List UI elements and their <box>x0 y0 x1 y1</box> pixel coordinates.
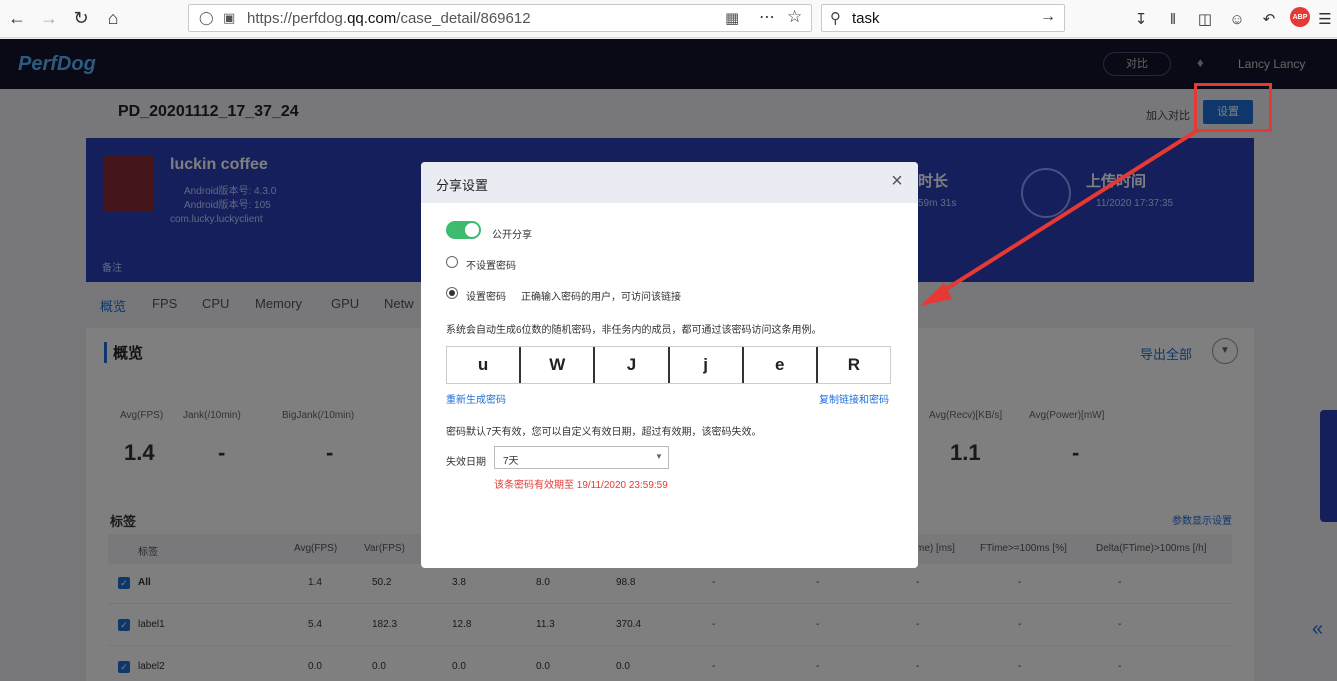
copy-link-password-link[interactable]: 复制链接和密码 <box>819 391 889 406</box>
expiry-select[interactable]: 7天 ▼ <box>494 446 669 469</box>
password-char: j <box>670 347 744 383</box>
adblock-label: ABP <box>1292 13 1308 21</box>
url-domain: qq.com <box>347 10 397 27</box>
no-password-radio[interactable] <box>446 256 458 268</box>
library-icon[interactable]: ‖ <box>1162 8 1184 30</box>
password-char: R <box>847 355 861 374</box>
public-share-toggle[interactable] <box>446 221 481 239</box>
caret-down-icon: ▼ <box>655 452 663 461</box>
url-path: /case_detail/869612 <box>396 10 531 27</box>
bookmark-star-icon[interactable]: ☆ <box>787 7 802 27</box>
url-prefix: https://perfdog. <box>247 10 348 27</box>
forward-icon[interactable]: → <box>36 6 62 30</box>
reload-icon[interactable]: ↻ <box>68 6 94 30</box>
share-settings-dialog: 分享设置 × 公开分享 不设置密码 设置密码 正确输入密码的用户，可访问该链接 … <box>421 162 918 568</box>
home-icon[interactable]: ⌂ <box>100 6 126 30</box>
password-char: e <box>744 347 818 383</box>
no-password-label: 不设置密码 <box>466 261 516 272</box>
password-char: u <box>447 347 522 383</box>
regenerate-password-link[interactable]: 重新生成密码 <box>446 391 506 406</box>
undo-icon[interactable]: ↶ <box>1258 8 1280 30</box>
search-input[interactable]: task <box>852 10 880 27</box>
password-display: u W J j e R <box>446 346 891 384</box>
download-icon[interactable]: ↧ <box>1130 8 1152 30</box>
password-char: W <box>521 347 596 383</box>
highlight-box <box>1194 83 1272 132</box>
search-go-icon[interactable]: → <box>1040 8 1056 26</box>
set-password-radio[interactable] <box>446 287 458 299</box>
toggle-knob <box>465 223 479 237</box>
adblock-icon[interactable]: ABP <box>1290 7 1310 27</box>
menu-icon[interactable]: ☰ <box>1314 8 1336 30</box>
url-bar[interactable]: ◯ ▣ https://perfdog.qq.com/case_detail/8… <box>188 4 812 32</box>
more-actions-icon[interactable]: ⋯ <box>759 7 775 27</box>
url-text[interactable]: https://perfdog.qq.com/case_detail/86961… <box>247 10 531 27</box>
close-icon[interactable]: × <box>887 171 907 191</box>
search-icon: ⚲ <box>830 10 841 27</box>
search-bar[interactable]: ⚲ task → <box>821 4 1065 32</box>
dialog-title: 分享设置 <box>436 178 489 193</box>
validity-description: 密码默认7天有效，您可以自定义有效日期，超过有效期，该密码失效。 <box>446 427 762 438</box>
password-description: 系统会自动生成6位数的随机密码，非任务内的成员，都可通过该密码访问这条用例。 <box>446 325 822 336</box>
sidebar-icon[interactable]: ◫ <box>1194 8 1216 30</box>
dialog-header: 分享设置 × <box>421 162 918 203</box>
set-password-hint: 正确输入密码的用户，可访问该链接 <box>521 292 681 303</box>
browser-toolbar: ← → ↻ ⌂ ◯ ▣ https://perfdog.qq.com/case_… <box>0 0 1337 38</box>
expiry-value: 7天 <box>503 456 519 467</box>
set-password-label: 设置密码 <box>466 292 506 303</box>
back-icon[interactable]: ← <box>4 6 30 30</box>
password-char: J <box>595 347 670 383</box>
qr-code-icon[interactable]: ▦ <box>725 9 739 27</box>
public-share-label: 公开分享 <box>492 230 532 241</box>
account-icon[interactable]: ☺ <box>1226 8 1248 30</box>
lock-icon[interactable]: ▣ <box>223 10 235 26</box>
expiry-note: 该条密码有效期至 19/11/2020 23:59:59 <box>494 480 668 491</box>
expiry-label: 失效日期 <box>446 457 486 468</box>
shield-icon[interactable]: ◯ <box>199 10 214 26</box>
